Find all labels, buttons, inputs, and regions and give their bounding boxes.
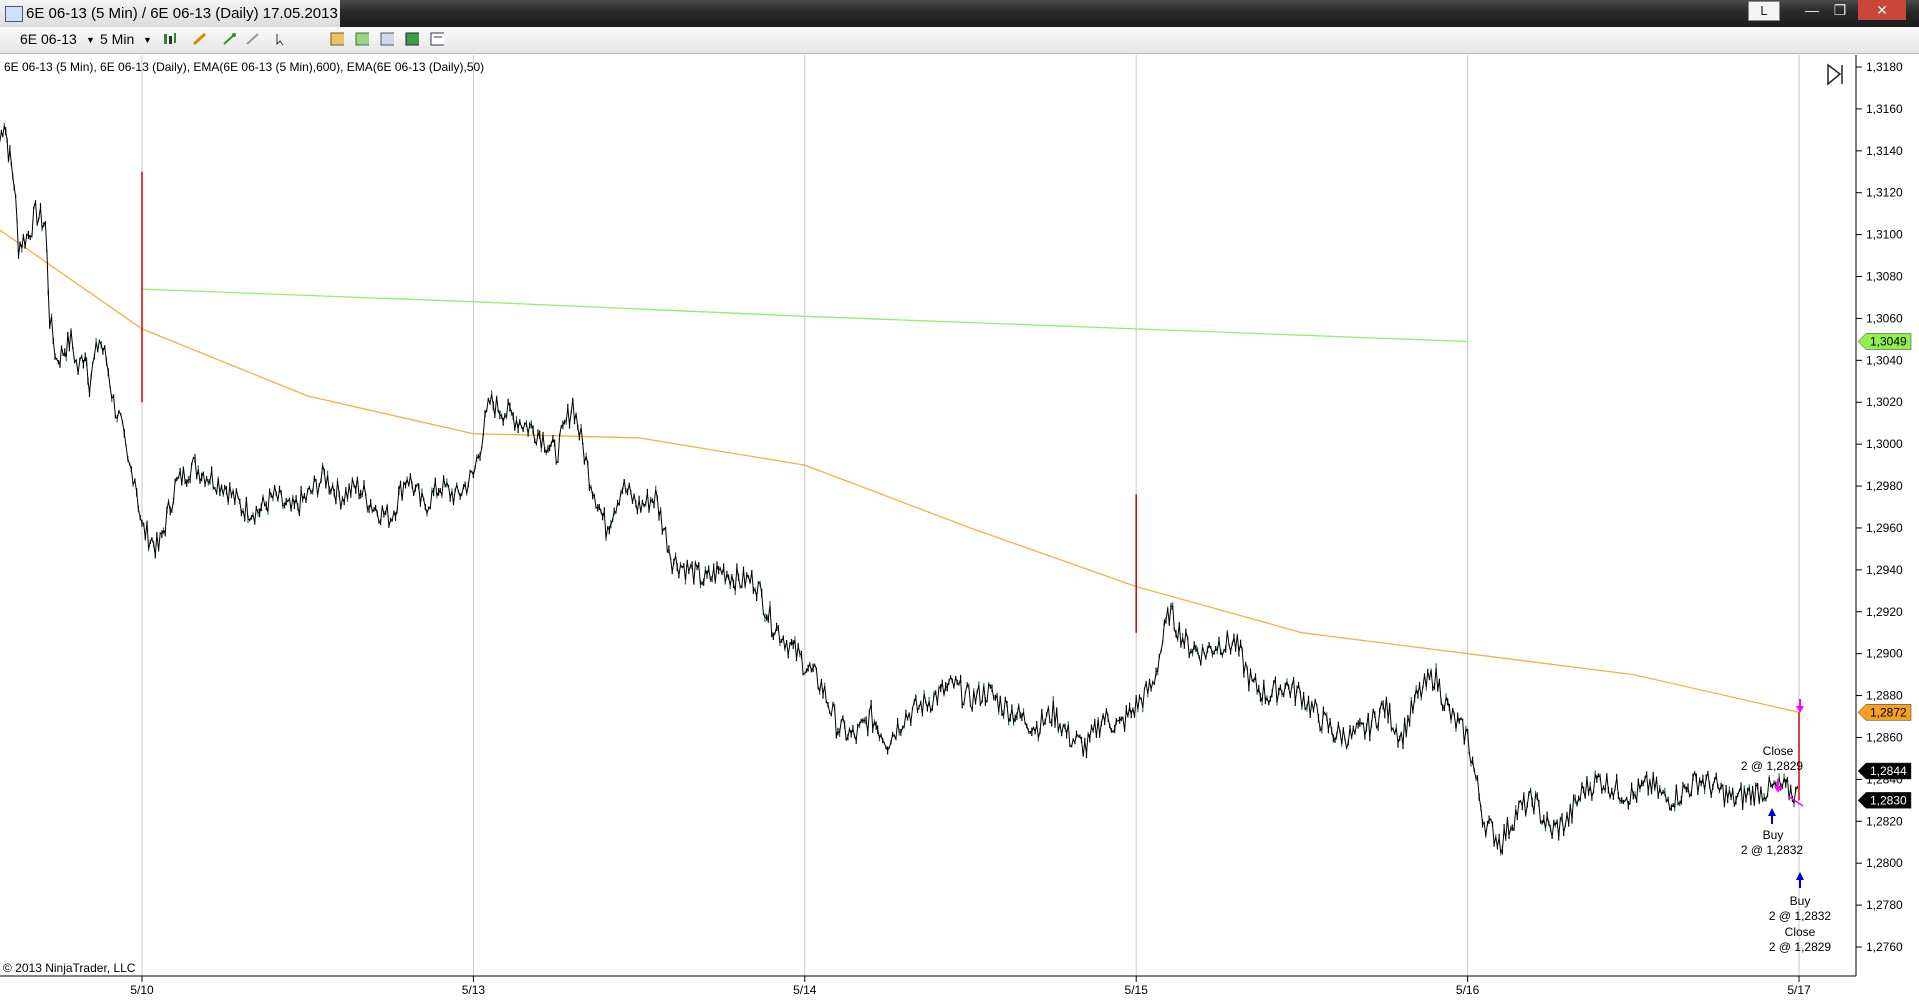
ema-5min-polyline (0, 157, 1800, 713)
price-tick-label: 1,2860 (1866, 730, 1903, 744)
price-tick-label: 1,3040 (1866, 353, 1903, 367)
trade-label-buy-detail: 2 @ 1,2832 (1741, 843, 1804, 857)
price-tick-label: 1,2980 (1866, 479, 1903, 493)
price-tick-label: 1,3120 (1866, 186, 1903, 200)
price-tick-label: 1,3140 (1866, 144, 1903, 158)
trade-label-buy-detail: 2 @ 1,2832 (1769, 909, 1832, 923)
trade-label-buy: Buy (1790, 894, 1811, 908)
chart-gridlines (141, 55, 1800, 976)
price-chart[interactable]: 1,3180 1,3160 1,3140 1,3120 1,3100 1,3080 1,30… (0, 0, 1919, 1000)
time-tick-label: 5/10 (130, 983, 154, 997)
price-tick-label: 1,2960 (1866, 521, 1903, 535)
ema-5min-line (0, 157, 1800, 713)
time-tick-label: 5/14 (793, 983, 817, 997)
price-tick-label: 1,2880 (1866, 689, 1903, 703)
price-axis: 1,3180 1,3160 1,3140 1,3120 1,3100 1,3080 1,30… (1855, 55, 1903, 976)
price-tick-label: 1,3100 (1866, 228, 1903, 242)
price-tag-label: 1,2872 (1870, 705, 1907, 719)
time-axis: 5/105/135/145/155/165/175/20 (0, 975, 1856, 997)
price-tick-label: 1,2820 (1866, 814, 1903, 828)
price-tick-label: 1,3180 (1866, 60, 1903, 74)
trade-markers: Close2 @ 1,2829Buy2 @ 1,2832Buy2 @ 1,283… (1741, 699, 1832, 954)
trade-label-close: Close (1763, 744, 1794, 758)
trade-label-buy: Buy (1763, 828, 1784, 842)
time-tick-label: 5/17 (1787, 983, 1811, 997)
price-tag-label: 1,3049 (1870, 334, 1907, 348)
time-tick-label: 5/15 (1125, 983, 1149, 997)
price-tick-label: 1,2920 (1866, 605, 1903, 619)
chart-legend: 6E 06-13 (5 Min), 6E 06-13 (Daily), EMA(… (4, 60, 484, 74)
copyright-text: © 2013 NinjaTrader, LLC (3, 961, 136, 975)
price-tag-label: 1,2844 (1870, 764, 1907, 778)
price-tick-label: 1,3080 (1866, 270, 1903, 284)
time-tick-label: 5/13 (462, 983, 486, 997)
price-tick-label: 1,2760 (1866, 940, 1903, 954)
price-tick-label: 1,3060 (1866, 311, 1903, 325)
price-tick-label: 1,2940 (1866, 563, 1903, 577)
price-tick-label: 1,3020 (1866, 395, 1903, 409)
price-tick-label: 1,3000 (1866, 437, 1903, 451)
trade-label-close: Close (1785, 925, 1816, 939)
time-tick-label: 5/16 (1456, 983, 1480, 997)
price-bars (0, 122, 1800, 856)
price-tag-label: 1,2830 (1870, 793, 1907, 807)
price-tick-label: 1,3160 (1866, 102, 1903, 116)
exit-small-marker (1787, 795, 1804, 807)
scroll-to-end-icon[interactable] (1827, 63, 1843, 86)
price-tick-label: 1,2800 (1866, 856, 1903, 870)
price-tick-label: 1,2780 (1866, 898, 1903, 912)
trade-label-close-detail: 2 @ 1,2829 (1769, 940, 1832, 954)
trade-label-close-detail: 2 @ 1,2829 (1741, 759, 1804, 773)
price-tick-label: 1,2900 (1866, 647, 1903, 661)
